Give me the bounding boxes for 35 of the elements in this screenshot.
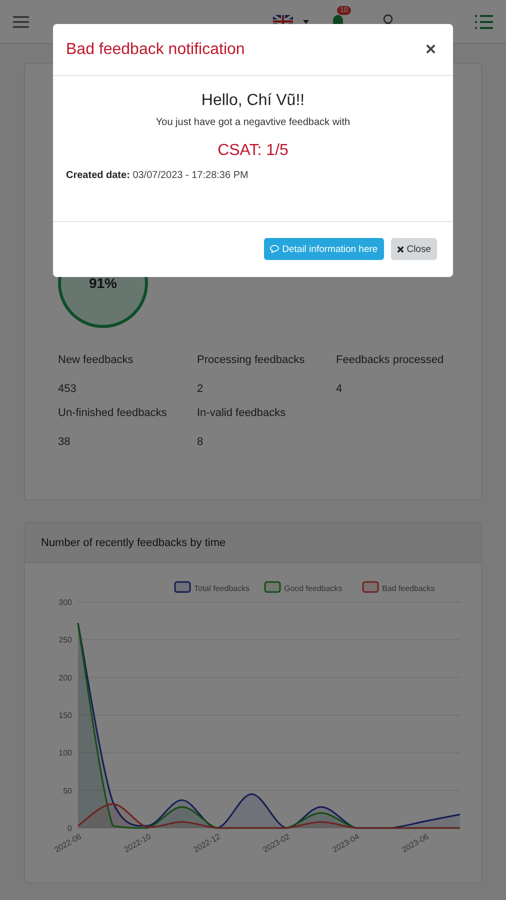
stat-label: Processing feedbacks (197, 353, 306, 368)
stat-value: 453 (58, 383, 78, 395)
stat-label: In-valid feedbacks (197, 406, 287, 421)
stat-label: Un-finished feedbacks (58, 406, 168, 421)
legend-label[interactable]: Total feedbacks (194, 584, 250, 593)
y-tick-label: 200 (58, 673, 72, 682)
chart-title: Number of recently feedbacks by time (41, 536, 226, 548)
stat-value: 8 (197, 436, 204, 448)
y-tick-label: 100 (58, 748, 72, 758)
greeting: Hello, Chí Vũ!! (200, 92, 306, 110)
close-icon (396, 246, 404, 252)
menu-icon[interactable] (13, 16, 29, 28)
created-date: 03/07/2023 - 17:28:36 PM (132, 170, 248, 181)
stat-value: 2 (197, 383, 204, 395)
list-icon[interactable] (475, 14, 493, 28)
legend-label[interactable]: Good feedbacks (284, 584, 342, 593)
y-tick-label: 50 (63, 786, 72, 796)
dialog-title: Bad feedback notification (66, 40, 245, 58)
legend-label[interactable]: Bad feedbacks (382, 584, 435, 593)
stat-value: 4 (336, 383, 344, 395)
message: You just have got a negavtive feedback with (154, 117, 352, 128)
close-button[interactable]: Close (390, 238, 437, 260)
y-tick-label: 300 (58, 598, 72, 607)
close-button[interactable]: × (421, 39, 440, 60)
y-tick-label: 150 (58, 711, 72, 720)
stat-label: New feedbacks (58, 353, 134, 368)
stat-value: 38 (58, 436, 72, 448)
created-label: Created date: (66, 170, 130, 181)
rate-value: 91% (88, 275, 118, 291)
y-tick-label: 0 (68, 824, 72, 833)
stat-label: Feedbacks processed (336, 353, 445, 368)
detail-button[interactable]: Detail information here (264, 238, 384, 260)
y-tick-label: 250 (58, 636, 72, 645)
csat-score: CSAT: 1/5 (216, 142, 290, 160)
comment-icon (270, 245, 280, 253)
